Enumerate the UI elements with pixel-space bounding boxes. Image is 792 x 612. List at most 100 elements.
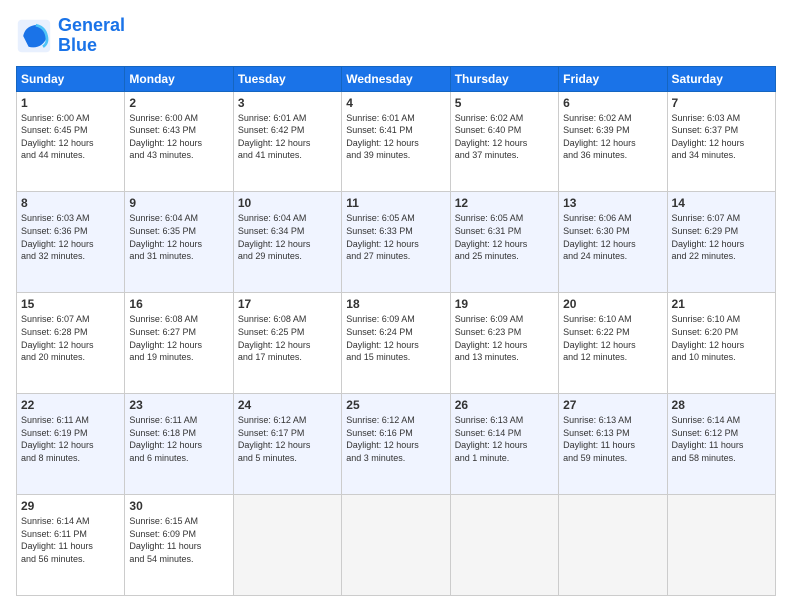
day-number: 11 [346,196,445,210]
logo-icon [16,18,52,54]
day-number: 7 [672,96,771,110]
calendar-day-cell: 1 Sunrise: 6:00 AM Sunset: 6:45 PM Dayli… [17,91,125,192]
day-number: 3 [238,96,337,110]
day-info: Sunrise: 6:03 AM Sunset: 6:36 PM Dayligh… [21,212,120,262]
day-info: Sunrise: 6:07 AM Sunset: 6:29 PM Dayligh… [672,212,771,262]
weekday-header-thursday: Thursday [450,66,558,91]
day-number: 14 [672,196,771,210]
day-info: Sunrise: 6:14 AM Sunset: 6:12 PM Dayligh… [672,414,771,464]
calendar-day-cell [233,495,341,596]
weekday-header-saturday: Saturday [667,66,775,91]
day-number: 25 [346,398,445,412]
day-info: Sunrise: 6:00 AM Sunset: 6:43 PM Dayligh… [129,112,228,162]
day-number: 5 [455,96,554,110]
day-info: Sunrise: 6:05 AM Sunset: 6:31 PM Dayligh… [455,212,554,262]
calendar-day-cell [342,495,450,596]
calendar-day-cell: 12 Sunrise: 6:05 AM Sunset: 6:31 PM Dayl… [450,192,558,293]
day-number: 16 [129,297,228,311]
day-info: Sunrise: 6:08 AM Sunset: 6:25 PM Dayligh… [238,313,337,363]
day-info: Sunrise: 6:05 AM Sunset: 6:33 PM Dayligh… [346,212,445,262]
day-number: 24 [238,398,337,412]
day-info: Sunrise: 6:13 AM Sunset: 6:14 PM Dayligh… [455,414,554,464]
calendar-day-cell: 18 Sunrise: 6:09 AM Sunset: 6:24 PM Dayl… [342,293,450,394]
day-info: Sunrise: 6:02 AM Sunset: 6:40 PM Dayligh… [455,112,554,162]
day-number: 9 [129,196,228,210]
calendar-day-cell [450,495,558,596]
calendar-day-cell: 19 Sunrise: 6:09 AM Sunset: 6:23 PM Dayl… [450,293,558,394]
calendar-day-cell: 2 Sunrise: 6:00 AM Sunset: 6:43 PM Dayli… [125,91,233,192]
calendar-day-cell: 20 Sunrise: 6:10 AM Sunset: 6:22 PM Dayl… [559,293,667,394]
day-number: 2 [129,96,228,110]
calendar-day-cell: 27 Sunrise: 6:13 AM Sunset: 6:13 PM Dayl… [559,394,667,495]
day-info: Sunrise: 6:01 AM Sunset: 6:41 PM Dayligh… [346,112,445,162]
calendar-week-row: 1 Sunrise: 6:00 AM Sunset: 6:45 PM Dayli… [17,91,776,192]
day-number: 18 [346,297,445,311]
header: General Blue [16,16,776,56]
calendar-day-cell: 29 Sunrise: 6:14 AM Sunset: 6:11 PM Dayl… [17,495,125,596]
calendar-day-cell: 28 Sunrise: 6:14 AM Sunset: 6:12 PM Dayl… [667,394,775,495]
day-number: 4 [346,96,445,110]
weekday-header-tuesday: Tuesday [233,66,341,91]
day-number: 20 [563,297,662,311]
calendar-day-cell: 24 Sunrise: 6:12 AM Sunset: 6:17 PM Dayl… [233,394,341,495]
day-info: Sunrise: 6:11 AM Sunset: 6:19 PM Dayligh… [21,414,120,464]
calendar-day-cell: 30 Sunrise: 6:15 AM Sunset: 6:09 PM Dayl… [125,495,233,596]
day-info: Sunrise: 6:04 AM Sunset: 6:34 PM Dayligh… [238,212,337,262]
day-info: Sunrise: 6:07 AM Sunset: 6:28 PM Dayligh… [21,313,120,363]
day-info: Sunrise: 6:14 AM Sunset: 6:11 PM Dayligh… [21,515,120,565]
calendar-day-cell: 5 Sunrise: 6:02 AM Sunset: 6:40 PM Dayli… [450,91,558,192]
day-info: Sunrise: 6:10 AM Sunset: 6:20 PM Dayligh… [672,313,771,363]
logo: General Blue [16,16,125,56]
calendar-week-row: 22 Sunrise: 6:11 AM Sunset: 6:19 PM Dayl… [17,394,776,495]
calendar-day-cell: 26 Sunrise: 6:13 AM Sunset: 6:14 PM Dayl… [450,394,558,495]
day-number: 28 [672,398,771,412]
calendar-day-cell: 6 Sunrise: 6:02 AM Sunset: 6:39 PM Dayli… [559,91,667,192]
weekday-header-friday: Friday [559,66,667,91]
weekday-header-row: SundayMondayTuesdayWednesdayThursdayFrid… [17,66,776,91]
page: General Blue SundayMondayTuesdayWednesda… [0,0,792,612]
day-info: Sunrise: 6:11 AM Sunset: 6:18 PM Dayligh… [129,414,228,464]
day-number: 8 [21,196,120,210]
day-info: Sunrise: 6:12 AM Sunset: 6:17 PM Dayligh… [238,414,337,464]
day-number: 13 [563,196,662,210]
day-number: 6 [563,96,662,110]
day-info: Sunrise: 6:03 AM Sunset: 6:37 PM Dayligh… [672,112,771,162]
calendar-day-cell: 16 Sunrise: 6:08 AM Sunset: 6:27 PM Dayl… [125,293,233,394]
day-info: Sunrise: 6:10 AM Sunset: 6:22 PM Dayligh… [563,313,662,363]
day-info: Sunrise: 6:01 AM Sunset: 6:42 PM Dayligh… [238,112,337,162]
calendar-week-row: 29 Sunrise: 6:14 AM Sunset: 6:11 PM Dayl… [17,495,776,596]
weekday-header-sunday: Sunday [17,66,125,91]
logo-text: General Blue [58,16,125,56]
calendar-day-cell: 17 Sunrise: 6:08 AM Sunset: 6:25 PM Dayl… [233,293,341,394]
calendar-day-cell: 21 Sunrise: 6:10 AM Sunset: 6:20 PM Dayl… [667,293,775,394]
day-info: Sunrise: 6:09 AM Sunset: 6:24 PM Dayligh… [346,313,445,363]
calendar-day-cell: 4 Sunrise: 6:01 AM Sunset: 6:41 PM Dayli… [342,91,450,192]
day-number: 27 [563,398,662,412]
day-number: 15 [21,297,120,311]
calendar-day-cell: 7 Sunrise: 6:03 AM Sunset: 6:37 PM Dayli… [667,91,775,192]
calendar-day-cell: 14 Sunrise: 6:07 AM Sunset: 6:29 PM Dayl… [667,192,775,293]
day-number: 19 [455,297,554,311]
day-info: Sunrise: 6:02 AM Sunset: 6:39 PM Dayligh… [563,112,662,162]
day-number: 22 [21,398,120,412]
calendar-day-cell: 22 Sunrise: 6:11 AM Sunset: 6:19 PM Dayl… [17,394,125,495]
day-number: 10 [238,196,337,210]
calendar-day-cell: 8 Sunrise: 6:03 AM Sunset: 6:36 PM Dayli… [17,192,125,293]
day-info: Sunrise: 6:13 AM Sunset: 6:13 PM Dayligh… [563,414,662,464]
day-info: Sunrise: 6:09 AM Sunset: 6:23 PM Dayligh… [455,313,554,363]
day-info: Sunrise: 6:06 AM Sunset: 6:30 PM Dayligh… [563,212,662,262]
calendar-day-cell: 23 Sunrise: 6:11 AM Sunset: 6:18 PM Dayl… [125,394,233,495]
weekday-header-wednesday: Wednesday [342,66,450,91]
calendar-day-cell: 13 Sunrise: 6:06 AM Sunset: 6:30 PM Dayl… [559,192,667,293]
calendar-day-cell: 25 Sunrise: 6:12 AM Sunset: 6:16 PM Dayl… [342,394,450,495]
day-number: 30 [129,499,228,513]
calendar-day-cell: 15 Sunrise: 6:07 AM Sunset: 6:28 PM Dayl… [17,293,125,394]
calendar-day-cell: 9 Sunrise: 6:04 AM Sunset: 6:35 PM Dayli… [125,192,233,293]
day-info: Sunrise: 6:08 AM Sunset: 6:27 PM Dayligh… [129,313,228,363]
calendar-day-cell: 10 Sunrise: 6:04 AM Sunset: 6:34 PM Dayl… [233,192,341,293]
calendar-day-cell [559,495,667,596]
calendar-week-row: 8 Sunrise: 6:03 AM Sunset: 6:36 PM Dayli… [17,192,776,293]
day-number: 1 [21,96,120,110]
day-info: Sunrise: 6:04 AM Sunset: 6:35 PM Dayligh… [129,212,228,262]
day-number: 17 [238,297,337,311]
